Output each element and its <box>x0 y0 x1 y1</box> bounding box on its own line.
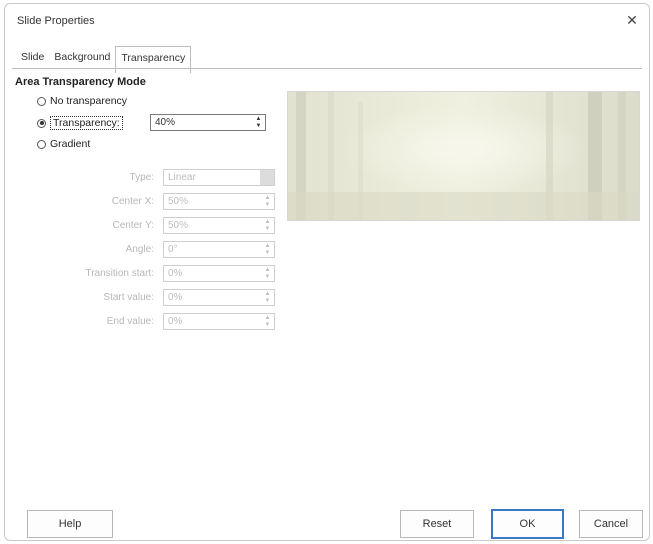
spin-arrows-icon[interactable]: ▲ ▼ <box>263 291 272 304</box>
center-x-spinbox[interactable]: 50% ▲ ▼ <box>163 193 275 210</box>
dialog-title: Slide Properties <box>17 15 95 27</box>
cancel-button[interactable]: Cancel <box>579 510 643 538</box>
start-value-label: Start value: <box>103 292 154 303</box>
tab-bar: Slide Background Transparency <box>16 46 192 73</box>
transition-start-label: Transition start: <box>85 268 154 279</box>
section-title: Area Transparency Mode <box>15 76 146 88</box>
no-transparency-radio[interactable]: No transparency <box>37 95 127 107</box>
gradient-type-value: Linear <box>168 172 196 183</box>
ok-button[interactable]: OK <box>491 509 564 539</box>
spin-arrows-icon[interactable]: ▲ ▼ <box>263 315 272 328</box>
radio-icon <box>37 139 46 149</box>
radio-selected-icon <box>37 118 46 128</box>
center-x-value: 50% <box>168 196 189 207</box>
center-y-label: Center Y: <box>112 220 154 231</box>
end-value-label: End value: <box>106 316 154 327</box>
end-value-value: 0% <box>168 316 183 327</box>
spin-arrows-icon[interactable]: ▲ ▼ <box>263 195 272 208</box>
start-value-spinbox[interactable]: 0% ▲ ▼ <box>163 289 275 306</box>
angle-spinbox[interactable]: 0° ▲ ▼ <box>163 241 275 258</box>
transparency-label: Transparency: <box>50 116 123 130</box>
spin-arrows-icon[interactable]: ▲ ▼ <box>263 243 272 256</box>
tab-slide[interactable]: Slide <box>16 48 49 68</box>
type-label: Type: <box>129 172 154 183</box>
center-y-value: 50% <box>168 220 189 231</box>
slide-properties-dialog: Slide Properties ✕ Slide Background Tran… <box>4 3 650 541</box>
spin-arrows-icon[interactable]: ▲ ▼ <box>263 267 272 280</box>
reset-button[interactable]: Reset <box>400 510 474 538</box>
transparency-spinbox[interactable]: 40% ▲ ▼ <box>150 114 266 131</box>
gradient-label: Gradient <box>50 138 91 150</box>
forest-preview-image <box>288 92 639 220</box>
spin-arrows-icon[interactable]: ▲ ▼ <box>263 219 272 232</box>
center-x-label: Center X: <box>111 196 154 207</box>
transition-start-spinbox[interactable]: 0% ▲ ▼ <box>163 265 275 282</box>
radio-icon <box>37 96 46 106</box>
tab-background[interactable]: Background <box>49 48 115 68</box>
angle-label: Angle: <box>125 244 154 255</box>
center-y-spinbox[interactable]: 50% ▲ ▼ <box>163 217 275 234</box>
angle-value: 0° <box>168 244 178 255</box>
transparency-preview <box>287 91 640 221</box>
help-button[interactable]: Help <box>27 510 113 538</box>
spin-arrows-icon[interactable]: ▲ ▼ <box>254 116 263 129</box>
dropdown-icon[interactable] <box>260 170 274 185</box>
transparency-radio[interactable]: Transparency: <box>37 116 123 130</box>
gradient-radio[interactable]: Gradient <box>37 138 90 150</box>
title-bar: Slide Properties ✕ <box>5 4 649 36</box>
start-value-value: 0% <box>168 292 183 303</box>
transparency-value: 40% <box>155 117 176 128</box>
no-transparency-label: No transparency <box>50 95 128 107</box>
close-icon[interactable]: ✕ <box>621 10 643 30</box>
gradient-type-select[interactable]: Linear <box>163 169 275 186</box>
transition-start-value: 0% <box>168 268 183 279</box>
end-value-spinbox[interactable]: 0% ▲ ▼ <box>163 313 275 330</box>
